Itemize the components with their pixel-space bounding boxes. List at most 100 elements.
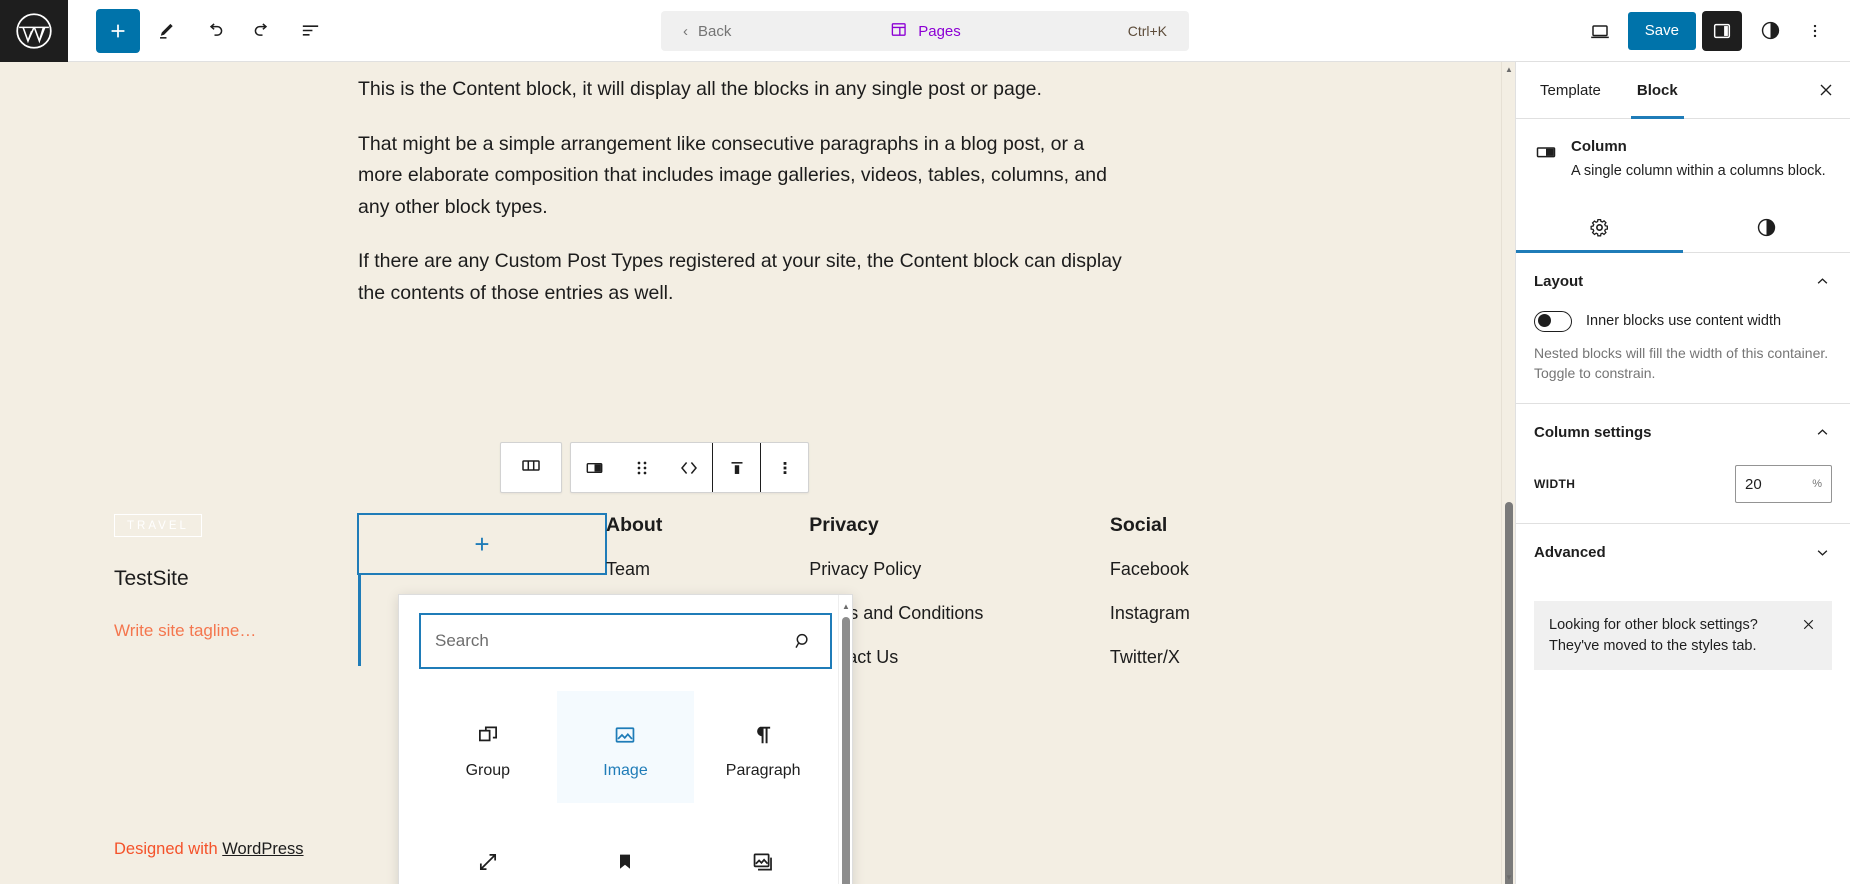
settings-sidebar: Template Block Column A single column wi… <box>1515 62 1850 884</box>
top-bar-actions: Save <box>1578 9 1850 53</box>
paragraph-block[interactable]: If there are any Custom Post Types regis… <box>358 246 1128 309</box>
block-type-switcher-button[interactable] <box>571 443 618 492</box>
panel-advanced-header[interactable]: Advanced <box>1534 543 1832 562</box>
more-options-kebab-icon[interactable] <box>1798 9 1832 53</box>
width-unit-label: % <box>1812 478 1822 491</box>
inserter-search-box[interactable] <box>419 613 832 669</box>
pages-template-icon <box>889 20 908 43</box>
redo-button[interactable] <box>240 9 284 53</box>
scrollbar-thumb[interactable] <box>1505 502 1513 884</box>
chevron-up-icon <box>1813 423 1832 442</box>
chevron-down-icon <box>1813 543 1832 562</box>
panel-advanced: Advanced <box>1516 524 1850 581</box>
site-identity-group: TRAVEL TestSite Write site tagline… <box>114 514 344 641</box>
footer-link[interactable]: Privacy Policy <box>809 559 1110 580</box>
vertical-align-top-icon[interactable] <box>713 443 760 492</box>
scroll-up-arrow-icon[interactable]: ▲ <box>839 599 853 613</box>
block-label: Group <box>465 761 511 779</box>
tab-block[interactable]: Block <box>1619 62 1696 119</box>
desktop-preview-icon[interactable] <box>1578 9 1622 53</box>
inner-blocks-toggle-row: Inner blocks use content width <box>1534 310 1832 332</box>
document-overview-button[interactable] <box>288 9 332 53</box>
top-bar-tools <box>68 8 332 53</box>
close-sidebar-icon[interactable] <box>1802 62 1850 118</box>
footer-link[interactable]: Contact Us <box>809 647 1110 668</box>
footer-column-social[interactable]: Social Facebook Instagram Twitter/X <box>1110 514 1358 691</box>
scroll-up-arrow-icon[interactable]: ▲ <box>1502 62 1515 76</box>
heading-bookmark-icon <box>613 842 637 882</box>
inner-blocks-content-width-toggle[interactable] <box>1534 310 1572 332</box>
inserter-block-grid: Group Image Paragraph <box>399 669 852 884</box>
search-input[interactable] <box>421 631 792 651</box>
width-input[interactable] <box>1736 475 1813 493</box>
columns-block-icon <box>519 453 543 482</box>
footer-link[interactable]: Instagram <box>1110 603 1358 624</box>
credit-prefix: Designed with <box>114 840 223 858</box>
block-card-title: Column <box>1571 138 1627 155</box>
block-toolbar <box>500 442 809 493</box>
block-inserter-toggle[interactable] <box>96 8 140 53</box>
scrollbar-thumb[interactable] <box>842 617 850 884</box>
inserter-block-paragraph[interactable]: Paragraph <box>694 691 832 803</box>
inserter-block-heading[interactable]: Heading <box>557 818 695 884</box>
document-title-group[interactable]: Pages <box>889 20 961 43</box>
paragraph-block[interactable]: That might be a simple arrangement like … <box>358 129 1128 224</box>
layout-help-text: Nested blocks will fill the width of thi… <box>1534 344 1829 381</box>
panel-title: Column settings <box>1534 424 1652 442</box>
undo-button[interactable] <box>192 9 236 53</box>
inserter-block-group[interactable]: Group <box>419 691 557 803</box>
inserter-block-image[interactable]: Image <box>556 691 695 803</box>
sidebar-icon-tabs <box>1516 204 1850 253</box>
back-button[interactable]: ‹ Back <box>661 23 731 40</box>
column-block-appender[interactable]: + <box>357 513 607 575</box>
document-title: Pages <box>918 22 961 40</box>
footer-column-privacy[interactable]: Privacy Privacy Policy Terms and Conditi… <box>809 514 1110 691</box>
select-parent-block-button[interactable] <box>500 442 562 493</box>
wordpress-link[interactable]: WordPress <box>222 840 303 858</box>
plus-icon: + <box>474 529 490 559</box>
panel-layout-header[interactable]: Layout <box>1534 272 1832 291</box>
site-title[interactable]: TestSite <box>114 567 344 591</box>
wordpress-logo-icon[interactable] <box>0 0 68 62</box>
editor-body: This is the Content block, it will displ… <box>0 62 1850 884</box>
footer-link[interactable]: Terms and Conditions <box>809 603 1110 624</box>
drag-handle-icon[interactable] <box>618 443 665 492</box>
block-label: Paragraph <box>725 761 801 779</box>
scroll-down-arrow-icon[interactable]: ▼ <box>1502 870 1515 884</box>
inserter-search-row <box>399 595 852 669</box>
footer-link[interactable]: Team <box>606 559 809 580</box>
inserter-block-spacer[interactable]: Spacer <box>419 818 557 884</box>
tab-template[interactable]: Template <box>1522 62 1619 118</box>
panel-column-settings-header[interactable]: Column settings <box>1534 423 1832 442</box>
footer-link[interactable]: Facebook <box>1110 559 1358 580</box>
command-shortcut-label: Ctrl+K <box>1127 23 1167 39</box>
block-options-kebab-icon[interactable] <box>761 443 808 492</box>
width-field[interactable]: % <box>1735 465 1832 504</box>
command-center-bar[interactable]: ‹ Back Pages Ctrl+K <box>661 11 1189 51</box>
editor-top-bar: ‹ Back Pages Ctrl+K Save <box>0 0 1850 62</box>
travel-badge: TRAVEL <box>114 514 202 537</box>
panel-title: Advanced <box>1534 544 1606 562</box>
chevron-up-icon <box>1813 272 1832 291</box>
inserter-block-gallery[interactable]: Gallery <box>694 818 832 884</box>
site-tagline[interactable]: Write site tagline… <box>114 621 344 641</box>
footer-link[interactable]: Twitter/X <box>1110 647 1358 668</box>
notice-close-icon[interactable] <box>1800 616 1817 633</box>
block-card: Column A single column within a columns … <box>1516 119 1850 182</box>
move-block-arrows-icon[interactable] <box>665 443 712 492</box>
spacer-arrows-icon <box>475 842 501 882</box>
save-button[interactable]: Save <box>1627 11 1696 50</box>
toggle-label: Inner blocks use content width <box>1586 313 1782 330</box>
width-label: WIDTH <box>1534 477 1576 492</box>
settings-sidebar-toggle[interactable] <box>1702 10 1742 51</box>
back-label: Back <box>698 22 732 40</box>
inserter-scrollbar[interactable]: ▲ ▼ <box>838 595 852 884</box>
settings-tab-gear-icon[interactable] <box>1516 204 1683 253</box>
gallery-block-icon <box>750 842 776 882</box>
paragraph-block[interactable]: This is the Content block, it will displ… <box>358 74 1128 106</box>
canvas-scrollbar[interactable]: ▲ ▼ <box>1501 62 1515 884</box>
sidebar-tablist: Template Block <box>1516 62 1850 119</box>
edit-tool-button[interactable] <box>144 9 188 53</box>
styles-tab-contrast-icon[interactable] <box>1683 204 1850 252</box>
styles-contrast-icon[interactable] <box>1748 9 1792 53</box>
